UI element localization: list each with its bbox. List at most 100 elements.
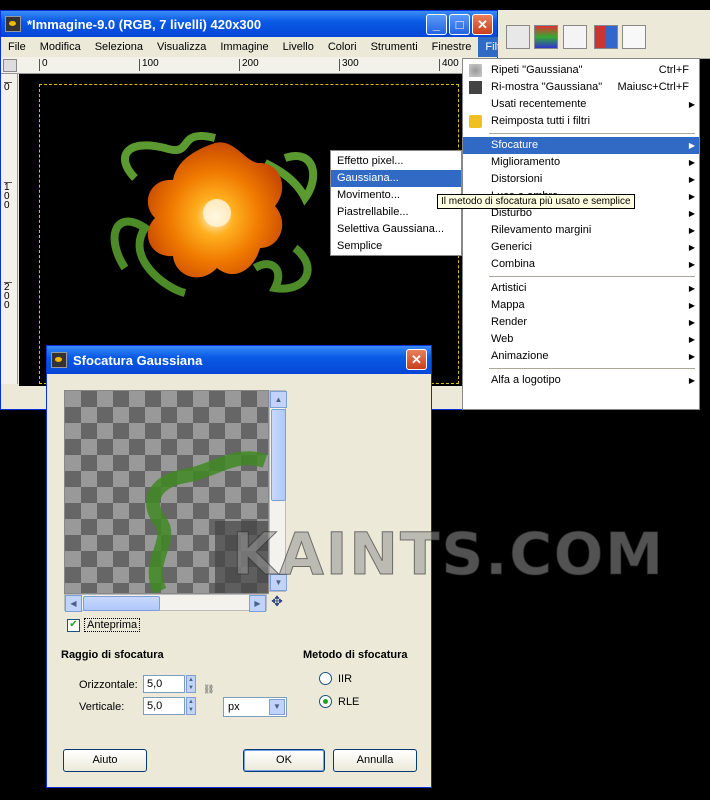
image-window-titlebar[interactable]: *Immagine-9.0 (RGB, 7 livelli) 420x300 _… xyxy=(1,11,497,37)
chevron-down-icon[interactable]: ▼ xyxy=(269,699,285,715)
radio-rle-label: RLE xyxy=(338,695,360,708)
maximize-button[interactable]: □ xyxy=(449,14,470,35)
submenu-arrow-icon: ▶ xyxy=(688,192,695,201)
menu-item-label: Sfocature xyxy=(491,139,539,151)
menu-item-recent[interactable]: Usati recentemente ▶ xyxy=(463,96,699,113)
palette-icon[interactable] xyxy=(594,25,618,49)
help-button[interactable]: Aiuto xyxy=(63,749,147,772)
gimp-icon xyxy=(5,16,21,32)
layers-icon[interactable] xyxy=(506,25,530,49)
ruler-tick: 300 xyxy=(339,59,359,71)
menu-separator xyxy=(489,368,695,369)
menu-item-label: Ri-mostra "Gaussiana" xyxy=(491,81,603,93)
submenu-arrow-icon: ▶ xyxy=(688,284,695,293)
vertical-spinner-icon[interactable]: ▲ ▼ xyxy=(186,697,196,715)
filters-menu: Ripeti "Gaussiana" Ctrl+F Ri-mostra "Gau… xyxy=(462,58,700,410)
radio-iir[interactable] xyxy=(319,672,332,685)
method-iir[interactable]: IIR xyxy=(319,672,352,685)
repeat-icon xyxy=(469,64,482,77)
horizontal-input[interactable]: 5,0 xyxy=(143,675,185,693)
scroll-right-icon[interactable]: ▶ xyxy=(249,595,266,612)
ok-button[interactable]: OK xyxy=(243,749,325,772)
scroll-up-icon[interactable]: ▲ xyxy=(270,391,287,408)
radio-rle[interactable] xyxy=(319,695,332,708)
vertical-input[interactable]: 5,0 xyxy=(143,697,185,715)
menu-modifica[interactable]: Modifica xyxy=(33,41,88,53)
submenu-arrow-icon: ▶ xyxy=(688,376,695,385)
image-window-title: *Immagine-9.0 (RGB, 7 livelli) 420x300 xyxy=(27,16,262,32)
tooltip: Il metodo di sfocatura più usato e sempl… xyxy=(437,194,635,209)
menu-colori[interactable]: Colori xyxy=(321,41,364,53)
scroll-left-icon[interactable]: ◀ xyxy=(65,595,82,612)
channels-icon[interactable] xyxy=(534,25,558,49)
menu-item-mappa[interactable]: Mappa ▶ xyxy=(463,297,699,314)
scroll-thumb[interactable] xyxy=(271,409,286,501)
preview-label: Anteprima xyxy=(84,618,141,632)
menu-item-animazione[interactable]: Animazione ▶ xyxy=(463,348,699,365)
menu-finestre[interactable]: Finestre xyxy=(425,41,479,53)
scroll-thumb[interactable] xyxy=(83,596,160,611)
menu-file[interactable]: File xyxy=(1,41,33,53)
menu-item-label: Reimposta tutti i filtri xyxy=(491,115,591,127)
menu-visualizza[interactable]: Visualizza xyxy=(150,41,213,53)
menu-item-shortcut: Ctrl+F xyxy=(658,64,689,76)
horizontal-label: Orizzontale: xyxy=(79,679,138,691)
menu-item-label: Distorsioni xyxy=(491,173,543,185)
close-button[interactable]: ✕ xyxy=(472,14,493,35)
method-rle[interactable]: RLE xyxy=(319,695,359,708)
menu-item-reset[interactable]: Reimposta tutti i filtri xyxy=(463,113,699,130)
menu-separator xyxy=(489,133,695,134)
menu-separator xyxy=(489,276,695,277)
menu-item-reshow[interactable]: Ri-mostra "Gaussiana" Maiusc+Ctrl+F xyxy=(463,79,699,96)
cancel-button[interactable]: Annulla xyxy=(333,749,417,772)
menu-item-render[interactable]: Render ▶ xyxy=(463,314,699,331)
minimize-button[interactable]: _ xyxy=(426,14,447,35)
submenu-arrow-icon: ▶ xyxy=(688,318,695,327)
menu-item-web[interactable]: Web ▶ xyxy=(463,331,699,348)
paths-icon[interactable] xyxy=(563,25,587,49)
menu-item-artistici[interactable]: Artistici ▶ xyxy=(463,280,699,297)
reset-icon xyxy=(469,115,482,128)
menu-strumenti[interactable]: Strumenti xyxy=(364,41,425,53)
menu-item-sfocature[interactable]: Sfocature ▶ xyxy=(463,137,699,154)
submenu-arrow-icon: ▶ xyxy=(688,260,695,269)
submenu-arrow-icon: ▶ xyxy=(688,335,695,344)
menu-item-miglioramento[interactable]: Miglioramento ▶ xyxy=(463,154,699,171)
ruler-vertical: 0 100 200 xyxy=(1,74,18,384)
radius-title: Raggio di sfocatura xyxy=(61,649,164,661)
blur-item-simple[interactable]: Semplice xyxy=(331,238,461,255)
menu-item-alfa-logotipo[interactable]: Alfa a logotipo ▶ xyxy=(463,372,699,389)
preview-horizontal-scrollbar[interactable]: ◀ ▶ xyxy=(64,594,267,612)
submenu-arrow-icon: ▶ xyxy=(688,100,695,109)
undo-history-icon[interactable] xyxy=(622,25,646,49)
horizontal-spinner-icon[interactable]: ▲ ▼ xyxy=(186,675,196,693)
menu-seleziona[interactable]: Seleziona xyxy=(88,41,150,53)
menu-livello[interactable]: Livello xyxy=(276,41,321,53)
ruler-corner-icon[interactable] xyxy=(3,59,17,72)
dialog-titlebar[interactable]: Sfocatura Gaussiana ✕ xyxy=(47,346,431,374)
menu-item-label: Web xyxy=(491,333,514,345)
menu-item-generici[interactable]: Generici ▶ xyxy=(463,239,699,256)
blur-item-selective[interactable]: Selettiva Gaussiana... xyxy=(331,221,461,238)
ruler-tick: 100 xyxy=(139,59,159,71)
chain-link-icon[interactable]: ⛓ xyxy=(203,681,214,715)
menu-item-distorsioni[interactable]: Distorsioni ▶ xyxy=(463,171,699,188)
unit-value: px xyxy=(228,701,240,713)
ruler-tick: 400 xyxy=(439,59,459,71)
unit-select[interactable]: px ▼ xyxy=(223,697,287,717)
menu-item-combina[interactable]: Combina ▶ xyxy=(463,256,699,273)
blur-item-gaussian[interactable]: Gaussiana... xyxy=(331,170,461,187)
watermark-text: KAINTS.COM xyxy=(232,520,665,589)
method-title: Metodo di sfocatura xyxy=(303,649,408,661)
menu-item-rilevamento-margini[interactable]: Rilevamento margini ▶ xyxy=(463,222,699,239)
preview-checkbox[interactable]: ✔ xyxy=(67,618,80,632)
navigate-icon[interactable]: ✥ xyxy=(269,594,285,610)
menu-item-label: Mappa xyxy=(491,299,525,311)
preview-toggle[interactable]: ✔ Anteprima xyxy=(67,618,141,632)
blur-item-pixelize[interactable]: Effetto pixel... xyxy=(331,153,461,170)
menu-immagine[interactable]: Immagine xyxy=(213,41,275,53)
ruler-tick: 100 xyxy=(4,182,12,211)
menu-item-repeat[interactable]: Ripeti "Gaussiana" Ctrl+F xyxy=(463,62,699,79)
dialog-close-button[interactable]: ✕ xyxy=(406,349,427,370)
dialog-title: Sfocatura Gaussiana xyxy=(73,352,203,368)
